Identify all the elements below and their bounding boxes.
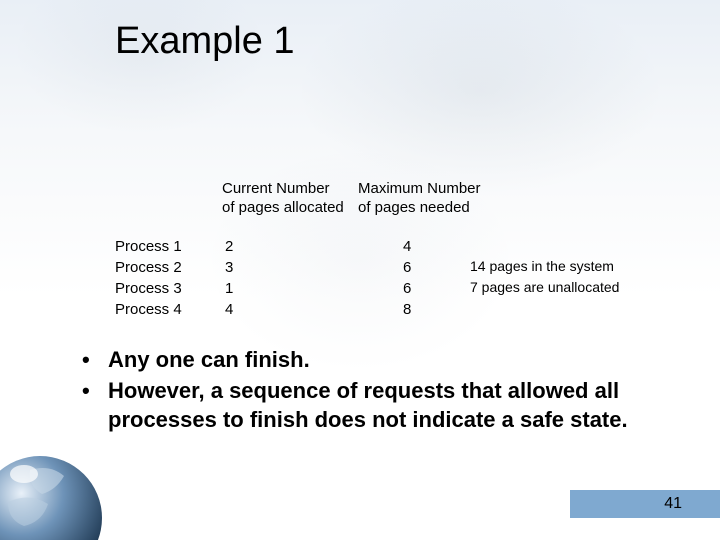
column-header-current: Current Number of pages allocated bbox=[222, 180, 344, 218]
current-value: 4 bbox=[225, 299, 233, 320]
process-names: Process 1 Process 2 Process 3 Process 4 bbox=[115, 236, 182, 320]
current-values: 2 3 1 4 bbox=[225, 236, 233, 320]
bullet-text: Any one can finish. bbox=[108, 345, 310, 374]
current-value: 2 bbox=[225, 236, 233, 257]
max-value: 6 bbox=[403, 257, 411, 278]
bullet-list: • Any one can finish. • However, a seque… bbox=[82, 345, 642, 436]
bullet-item: • However, a sequence of requests that a… bbox=[82, 376, 642, 434]
max-value: 6 bbox=[403, 278, 411, 299]
bullet-text: However, a sequence of requests that all… bbox=[108, 376, 642, 434]
bullet-dot-icon: • bbox=[82, 345, 108, 374]
column-header-maximum-line1: Maximum Number bbox=[358, 180, 481, 197]
column-header-maximum: Maximum Number of pages needed bbox=[358, 180, 481, 218]
max-value: 4 bbox=[403, 236, 411, 257]
side-note: 14 pages in the system bbox=[470, 256, 619, 277]
max-values: 4 6 6 8 bbox=[403, 236, 411, 320]
slide-title: Example 1 bbox=[115, 20, 295, 63]
process-name: Process 3 bbox=[115, 278, 182, 299]
current-value: 3 bbox=[225, 257, 233, 278]
column-header-maximum-line2: of pages needed bbox=[358, 199, 470, 216]
slide: Example 1 Current Number of pages alloca… bbox=[0, 0, 720, 540]
bullet-item: • Any one can finish. bbox=[82, 345, 642, 374]
side-notes: 14 pages in the system 7 pages are unall… bbox=[470, 256, 619, 298]
column-header-current-line1: Current Number bbox=[222, 180, 330, 197]
column-header-current-line2: of pages allocated bbox=[222, 199, 344, 216]
side-note: 7 pages are unallocated bbox=[470, 277, 619, 298]
bullet-dot-icon: • bbox=[82, 376, 108, 434]
globe-icon bbox=[0, 440, 108, 540]
max-value: 8 bbox=[403, 299, 411, 320]
process-name: Process 4 bbox=[115, 299, 182, 320]
page-number-bar bbox=[570, 490, 720, 518]
page-number: 41 bbox=[664, 495, 682, 513]
process-name: Process 1 bbox=[115, 236, 182, 257]
process-name: Process 2 bbox=[115, 257, 182, 278]
current-value: 1 bbox=[225, 278, 233, 299]
